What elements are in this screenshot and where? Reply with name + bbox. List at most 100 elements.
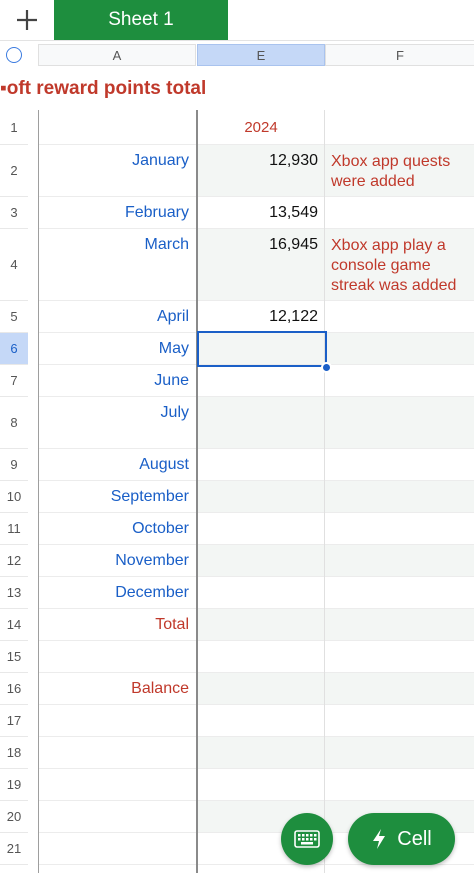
cell-f[interactable] <box>325 197 474 229</box>
table-row: 11 October <box>0 513 474 545</box>
cell-f[interactable] <box>325 397 474 449</box>
row-number[interactable]: 14 <box>0 609 28 641</box>
cell-a[interactable]: Total <box>38 609 196 641</box>
cell-f[interactable]: Xbox app quests were added <box>325 145 474 197</box>
cell-a[interactable]: June <box>38 365 196 397</box>
cell-a[interactable]: Balance <box>38 673 196 705</box>
cell-f[interactable] <box>325 333 474 365</box>
cell-f[interactable] <box>325 365 474 397</box>
row-number[interactable]: 3 <box>0 197 28 229</box>
cell-f[interactable] <box>325 513 474 545</box>
cell-f[interactable] <box>325 673 474 705</box>
cell-f[interactable] <box>325 769 474 801</box>
cell-a[interactable] <box>38 705 196 737</box>
row-number[interactable]: 8 <box>0 397 28 449</box>
row-number[interactable]: 5 <box>0 301 28 333</box>
cell-a[interactable] <box>38 737 196 769</box>
table-row: 17 <box>0 705 474 737</box>
keyboard-icon <box>294 830 320 848</box>
row-number[interactable]: 2 <box>0 145 28 197</box>
row-number[interactable]: 7 <box>0 365 28 397</box>
cell-a[interactable] <box>38 833 196 865</box>
keyboard-button[interactable] <box>281 813 333 865</box>
table-row: 1 2024 <box>0 111 474 145</box>
cell-e[interactable] <box>197 449 325 481</box>
select-all-corner[interactable] <box>6 47 22 63</box>
cell-a[interactable]: December <box>38 577 196 609</box>
row-number[interactable]: 11 <box>0 513 28 545</box>
cell-actions-button[interactable]: Cell <box>348 813 455 865</box>
cell-e[interactable] <box>197 365 325 397</box>
cell-a[interactable] <box>38 769 196 801</box>
column-divider <box>324 110 325 873</box>
cell-a[interactable] <box>38 111 196 145</box>
row-number[interactable]: 12 <box>0 545 28 577</box>
frozen-column-divider <box>196 110 198 873</box>
cell-e[interactable]: 16,945 <box>197 229 325 301</box>
cell-a[interactable]: May <box>38 333 196 365</box>
cell-e[interactable] <box>197 545 325 577</box>
table-row: 16 Balance <box>0 673 474 705</box>
cell-f[interactable] <box>325 577 474 609</box>
table-row: 12 November <box>0 545 474 577</box>
row-number[interactable]: 19 <box>0 769 28 801</box>
column-header-e[interactable]: E <box>197 44 325 66</box>
row-number[interactable]: 4 <box>0 229 28 301</box>
cell-e[interactable] <box>197 397 325 449</box>
cell-e[interactable] <box>197 737 325 769</box>
plus-icon <box>17 10 37 30</box>
row-number[interactable]: 6 <box>0 333 28 365</box>
cell-e[interactable] <box>197 609 325 641</box>
cell-e[interactable] <box>197 641 325 673</box>
cell-e[interactable] <box>197 577 325 609</box>
cell-f[interactable] <box>325 301 474 333</box>
cell-a[interactable]: September <box>38 481 196 513</box>
row-number[interactable]: 18 <box>0 737 28 769</box>
row-number[interactable]: 16 <box>0 673 28 705</box>
column-header-a[interactable]: A <box>38 44 196 66</box>
cell-a[interactable]: February <box>38 197 196 229</box>
cell-e[interactable] <box>197 513 325 545</box>
cell-f[interactable] <box>325 609 474 641</box>
cell-a[interactable] <box>38 801 196 833</box>
cell-a[interactable]: March <box>38 229 196 301</box>
cell-e[interactable] <box>197 769 325 801</box>
cell-a[interactable]: August <box>38 449 196 481</box>
cell-f[interactable] <box>325 737 474 769</box>
cell-e[interactable]: 12,122 <box>197 301 325 333</box>
row-number[interactable]: 21 <box>0 833 28 865</box>
row-number[interactable]: 13 <box>0 577 28 609</box>
cell-e[interactable] <box>197 481 325 513</box>
cell-f[interactable] <box>325 545 474 577</box>
cell-f[interactable] <box>325 111 474 145</box>
cell-a[interactable]: November <box>38 545 196 577</box>
cell-a[interactable]: January <box>38 145 196 197</box>
column-header-f[interactable]: F <box>325 44 474 66</box>
row-number[interactable]: 15 <box>0 641 28 673</box>
cell-a[interactable]: April <box>38 301 196 333</box>
row-number[interactable]: 10 <box>0 481 28 513</box>
cell-e[interactable]: 2024 <box>197 111 325 145</box>
sheet-tab[interactable]: Sheet 1 <box>54 0 228 40</box>
cell-f[interactable] <box>325 641 474 673</box>
selected-cell-e6[interactable] <box>197 331 327 367</box>
top-toolbar: Sheet 1 <box>0 0 474 41</box>
row-number[interactable]: 9 <box>0 449 28 481</box>
row-number[interactable]: 1 <box>0 111 28 145</box>
cell-a[interactable] <box>38 641 196 673</box>
cell-a[interactable]: July <box>38 397 196 449</box>
cell-e[interactable]: 13,549 <box>197 197 325 229</box>
cell-f[interactable] <box>325 449 474 481</box>
cell-f[interactable] <box>325 705 474 737</box>
cell-f[interactable]: Xbox app play a console game streak was … <box>325 229 474 301</box>
cell-e[interactable] <box>197 673 325 705</box>
row-number[interactable]: 20 <box>0 801 28 833</box>
cell-f[interactable] <box>325 481 474 513</box>
cell-e[interactable] <box>197 705 325 737</box>
cell-a[interactable]: October <box>38 513 196 545</box>
selection-drag-handle[interactable] <box>321 362 332 373</box>
cell-e[interactable]: 12,930 <box>197 145 325 197</box>
lightning-icon <box>373 829 386 849</box>
row-number[interactable]: 17 <box>0 705 28 737</box>
add-sheet-button[interactable] <box>0 0 54 40</box>
